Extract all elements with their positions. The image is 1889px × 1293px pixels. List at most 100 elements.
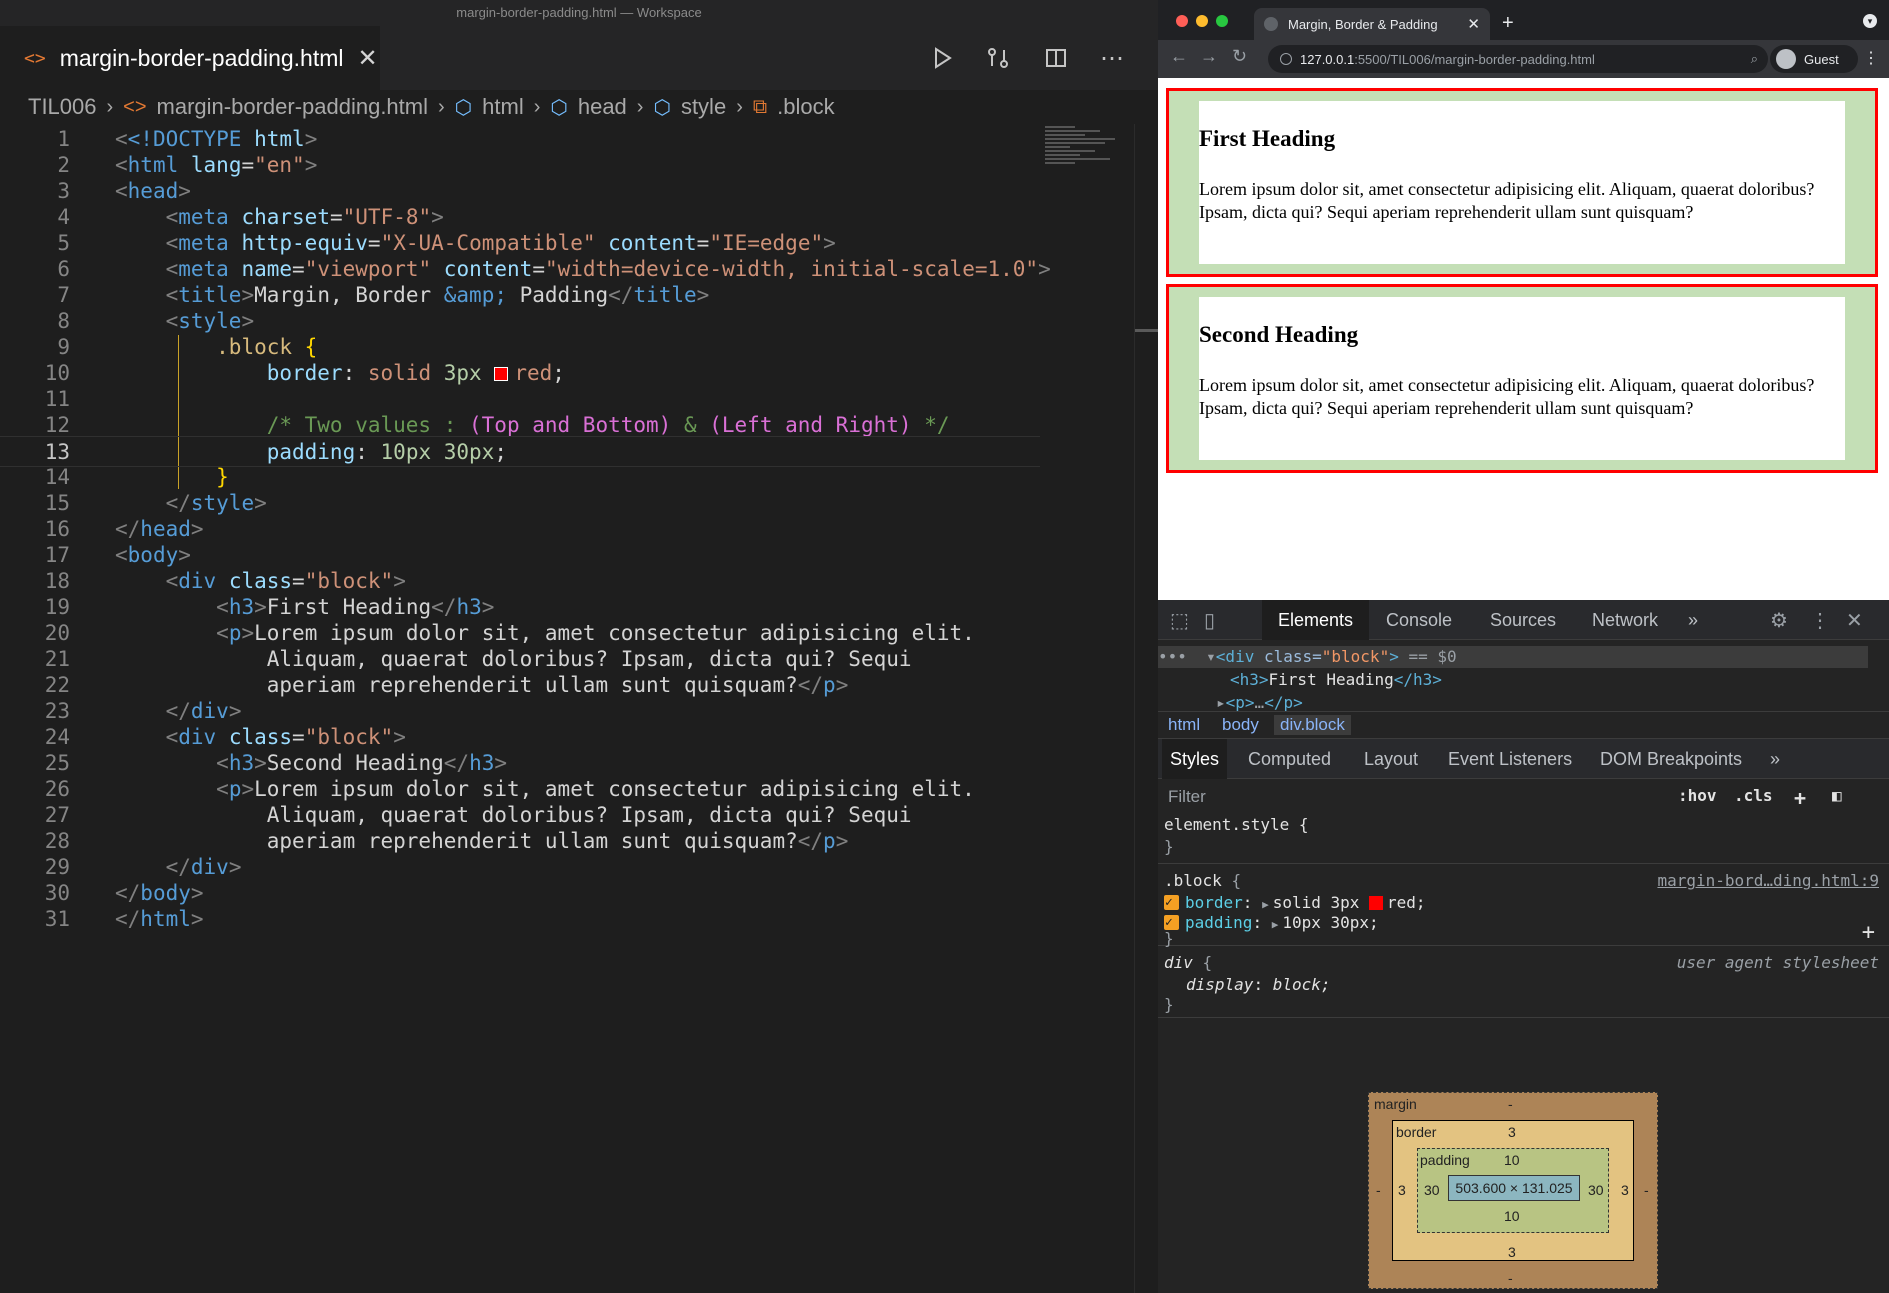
info-icon[interactable] — [1280, 53, 1292, 65]
tab-console[interactable]: Console — [1386, 600, 1452, 640]
more-actions-icon[interactable]: ⋯ — [1096, 42, 1128, 74]
close-icon[interactable]: ✕ — [1846, 608, 1863, 633]
sidebar-toggle-icon[interactable]: ◧ — [1832, 786, 1842, 805]
tab-computed[interactable]: Computed — [1248, 739, 1331, 779]
tab-layout[interactable]: Layout — [1364, 739, 1418, 779]
css-selector-icon: ⧉ — [752, 95, 768, 118]
hover-state-button[interactable]: :hov — [1678, 786, 1717, 805]
breadcrumb-item-head[interactable]: head — [578, 94, 627, 120]
breadcrumb-item-folder[interactable]: TIL006 — [28, 94, 97, 120]
chevron-right-icon: › — [736, 95, 743, 118]
dom-tree[interactable]: ••• ▾<div class="block"> == $0 <h3>First… — [1158, 641, 1889, 712]
color-swatch[interactable] — [494, 367, 509, 381]
browser-menu-icon[interactable]: ⋮ — [1863, 48, 1879, 68]
property-checkbox[interactable] — [1164, 892, 1179, 914]
window-title: margin-border-padding.html — Workspace — [0, 0, 1158, 26]
add-property-icon[interactable]: + — [1862, 922, 1875, 944]
profile-label: Guest — [1804, 51, 1839, 67]
dom-breadcrumb: html body div.block — [1158, 711, 1889, 739]
dom-crumb-div-block[interactable]: div.block — [1274, 715, 1351, 735]
browser-tab-strip: Margin, Border & Padding ✕ + ▾ ← → ↻ 127… — [1158, 0, 1889, 78]
device-toolbar-icon[interactable]: ▯ — [1204, 608, 1215, 633]
devtools-panel: ⬚ ▯ Elements Console Sources Network » ⚙… — [1158, 600, 1889, 1293]
address-bar[interactable]: 127.0.0.1:5500/TIL006/margin-border-padd… — [1268, 45, 1768, 73]
back-icon[interactable]: ← — [1170, 46, 1188, 67]
block-heading: Second Heading — [1199, 322, 1359, 347]
cube-icon: ⬡ — [454, 96, 473, 119]
chevron-right-icon: › — [636, 95, 644, 118]
tab-event-listeners[interactable]: Event Listeners — [1448, 739, 1572, 779]
class-toggle-button[interactable]: .cls — [1734, 786, 1773, 805]
url-host: 127.0.0.1 — [1300, 51, 1355, 67]
dom-node[interactable]: <h3>First Heading</h3> — [1230, 669, 1442, 691]
dom-crumb-body[interactable]: body — [1222, 715, 1259, 735]
styles-tab-bar: Styles Computed Layout Event Listeners D… — [1158, 739, 1889, 779]
tab-network[interactable]: Network — [1592, 600, 1658, 640]
element-style-rule[interactable]: element.style { } — [1158, 814, 1889, 864]
content-block: First Heading Lorem ipsum dolor sit, ame… — [1166, 88, 1878, 277]
block-paragraph: Lorem ipsum dolor sit, amet consectetur … — [1199, 375, 1815, 418]
profile-button[interactable]: Guest — [1770, 45, 1858, 73]
tab-search-icon[interactable]: ▾ — [1863, 14, 1877, 28]
ua-style-rule: div { user agent stylesheet display: blo… — [1158, 948, 1889, 1018]
tab-styles[interactable]: Styles — [1162, 739, 1228, 779]
more-options-icon[interactable]: ⋮ — [1810, 608, 1830, 633]
minimize-window-button[interactable] — [1196, 15, 1208, 27]
block-style-rule[interactable]: .block { margin-bord…ding.html:9 border:… — [1158, 866, 1889, 947]
block-heading: First Heading — [1199, 126, 1336, 151]
breadcrumb-item-file[interactable]: margin-border-padding.html — [157, 94, 428, 120]
compare-changes-icon[interactable] — [982, 42, 1014, 74]
rule-source-link[interactable]: margin-bord…ding.html:9 — [1657, 870, 1879, 892]
tab-elements[interactable]: Elements — [1262, 600, 1370, 640]
more-tabs-icon[interactable]: » — [1688, 600, 1698, 640]
breadcrumb-item-html[interactable]: html — [482, 94, 524, 120]
color-swatch[interactable] — [1369, 896, 1384, 910]
styles-filter-input[interactable]: Filter — [1166, 784, 1716, 810]
content-block: Second Heading Lorem ipsum dolor sit, am… — [1166, 284, 1878, 473]
box-model-diagram: margin - - - - border 3 3 3 3 padding 10… — [1368, 1092, 1658, 1289]
reload-icon[interactable]: ↻ — [1232, 46, 1247, 67]
globe-icon — [1264, 17, 1278, 31]
box-model-content[interactable]: 503.600 × 131.025 — [1448, 1175, 1580, 1201]
new-rule-icon[interactable]: + — [1794, 786, 1806, 810]
close-icon[interactable]: ✕ — [1467, 15, 1480, 33]
tab-dom-breakpoints[interactable]: DOM Breakpoints — [1600, 739, 1742, 779]
code-line: 31 </html> — [44, 907, 204, 931]
editor-tab-bar: <> margin-border-padding.html ✕ ⋯ — [0, 26, 1158, 90]
maximize-window-button[interactable] — [1216, 15, 1228, 27]
devtools-tab-bar: ⬚ ▯ Elements Console Sources Network » ⚙… — [1158, 600, 1889, 640]
inspect-element-icon[interactable]: ⬚ — [1170, 608, 1189, 633]
editor-scrollbar[interactable] — [1134, 124, 1159, 1293]
close-icon[interactable]: ✕ — [358, 44, 378, 73]
browser-tab[interactable]: Margin, Border & Padding ✕ — [1254, 8, 1490, 40]
run-icon[interactable] — [926, 42, 958, 74]
url-path: :5500/TIL006/margin-border-padding.html — [1354, 51, 1595, 67]
chevron-right-icon: › — [533, 95, 541, 118]
close-window-button[interactable] — [1176, 15, 1188, 27]
chevron-right-icon: › — [106, 95, 114, 118]
html-file-icon: <> — [24, 47, 46, 69]
zoom-icon[interactable]: ⌕ — [1751, 51, 1758, 67]
block-paragraph: Lorem ipsum dolor sit, amet consectetur … — [1199, 179, 1815, 222]
property-checkbox[interactable] — [1164, 912, 1179, 934]
tab-sources[interactable]: Sources — [1490, 600, 1556, 640]
browser-toolbar: ← → ↻ 127.0.0.1:5500/TIL006/margin-borde… — [1158, 40, 1889, 78]
more-tabs-icon[interactable]: » — [1770, 739, 1780, 779]
cube-icon: ⬡ — [550, 96, 568, 119]
gear-icon[interactable]: ⚙ — [1770, 608, 1788, 633]
chevron-right-icon: › — [438, 95, 445, 118]
html-file-icon: <> — [123, 95, 147, 118]
editor-tab-label: margin-border-padding.html — [59, 44, 344, 71]
avatar — [1776, 49, 1796, 69]
dom-crumb-html[interactable]: html — [1168, 715, 1200, 735]
new-tab-button[interactable]: + — [1502, 12, 1514, 35]
breadcrumb-item-style[interactable]: style — [681, 94, 726, 120]
split-editor-icon[interactable] — [1040, 42, 1072, 74]
minimap[interactable] — [1045, 124, 1135, 184]
dom-node-selected[interactable]: ••• ▾<div class="block"> == $0 — [1158, 646, 1868, 668]
forward-icon[interactable]: → — [1200, 46, 1218, 67]
editor-tab[interactable]: <> margin-border-padding.html ✕ — [0, 26, 380, 90]
code-area[interactable]: 1 <<!DOCTYPE html> 2 <html lang="en"> 3 <he… — [0, 124, 1051, 1124]
breadcrumb-item-block[interactable]: .block — [777, 94, 834, 120]
browser-window: Margin, Border & Padding ✕ + ▾ ← → ↻ 127… — [1158, 0, 1889, 1293]
